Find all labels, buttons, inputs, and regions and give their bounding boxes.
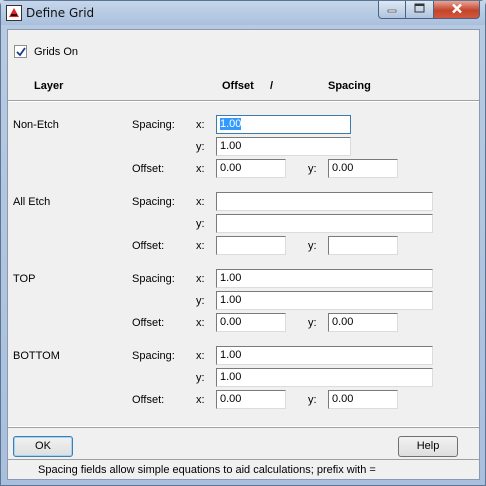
header-offset: Offset <box>222 80 254 92</box>
dialog-body: Grids On Layer Offset / Spacing Non-Etch… <box>7 29 480 480</box>
layer-name: BOTTOM <box>13 350 60 362</box>
bottom-spacing-x-input[interactable]: 1.00 <box>216 346 433 365</box>
x-label: x: <box>196 240 205 252</box>
layer-name: TOP <box>13 273 36 285</box>
header-slash: / <box>270 80 274 92</box>
top-offset-y-input[interactable]: 0.00 <box>328 313 398 332</box>
all-etch-offset-x-input[interactable] <box>216 236 286 255</box>
status-bar: Spacing fields allow simple equations to… <box>8 459 479 479</box>
header-layer: Layer <box>34 80 64 92</box>
y-label: y: <box>196 372 205 384</box>
x-label: x: <box>196 273 205 285</box>
non-etch-offset-x-input[interactable]: 0.00 <box>216 159 286 178</box>
y-label: y: <box>308 163 317 175</box>
x-label: x: <box>196 394 205 406</box>
bottom-offset-y-input[interactable]: 0.00 <box>328 390 398 409</box>
all-etch-offset-y-input[interactable] <box>328 236 398 255</box>
offset-label: Offset: <box>132 163 165 175</box>
top-spacing-x-input[interactable]: 1.00 <box>216 269 433 288</box>
title-bar[interactable]: Define Grid <box>1 1 485 25</box>
help-button[interactable]: Help <box>398 436 458 457</box>
define-grid-window: Define Grid Grids On Layer Offset / Spac <box>0 0 486 486</box>
x-label: x: <box>196 163 205 175</box>
close-icon <box>451 3 463 17</box>
bottom-spacing-y-input[interactable]: 1.00 <box>216 368 433 387</box>
offset-label: Offset: <box>132 317 165 329</box>
checkmark-icon <box>16 47 26 57</box>
minimize-button[interactable] <box>378 1 406 19</box>
layer-name: All Etch <box>13 196 51 208</box>
non-etch-offset-y-input[interactable]: 0.00 <box>328 159 398 178</box>
layer-name: Non-Etch <box>13 119 59 131</box>
maximize-button[interactable] <box>406 1 434 19</box>
header-spacing: Spacing <box>328 80 371 92</box>
top-offset-x-input[interactable]: 0.00 <box>216 313 286 332</box>
x-label: x: <box>196 350 205 362</box>
top-spacing-y-input[interactable]: 1.00 <box>216 291 433 310</box>
y-label: y: <box>308 240 317 252</box>
maximize-icon <box>414 3 425 16</box>
layers-panel: Non-Etch Spacing: x: 1.00 y: 1.00 Offset… <box>8 100 479 427</box>
grids-on-label: Grids On <box>34 46 79 58</box>
all-etch-spacing-x-input[interactable] <box>216 192 433 211</box>
y-label: y: <box>196 141 205 153</box>
non-etch-spacing-x-input[interactable]: 1.00 <box>216 115 351 134</box>
y-label: y: <box>308 394 317 406</box>
y-label: y: <box>308 317 317 329</box>
app-icon <box>6 5 22 21</box>
x-label: x: <box>196 196 205 208</box>
close-button[interactable] <box>434 1 480 19</box>
x-label: x: <box>196 317 205 329</box>
bottom-offset-x-input[interactable]: 0.00 <box>216 390 286 409</box>
y-label: y: <box>196 295 205 307</box>
spacing-label: Spacing: <box>132 273 175 285</box>
x-label: x: <box>196 119 205 131</box>
non-etch-spacing-y-input[interactable]: 1.00 <box>216 137 351 156</box>
spacing-label: Spacing: <box>132 350 175 362</box>
offset-label: Offset: <box>132 240 165 252</box>
ok-button[interactable]: OK <box>13 436 73 457</box>
spacing-label: Spacing: <box>132 119 175 131</box>
grids-on-checkbox[interactable] <box>14 45 27 58</box>
y-label: y: <box>196 218 205 230</box>
all-etch-spacing-y-input[interactable] <box>216 214 433 233</box>
offset-label: Offset: <box>132 394 165 406</box>
minimize-icon <box>387 4 397 16</box>
spacing-label: Spacing: <box>132 196 175 208</box>
window-title: Define Grid <box>26 6 95 20</box>
